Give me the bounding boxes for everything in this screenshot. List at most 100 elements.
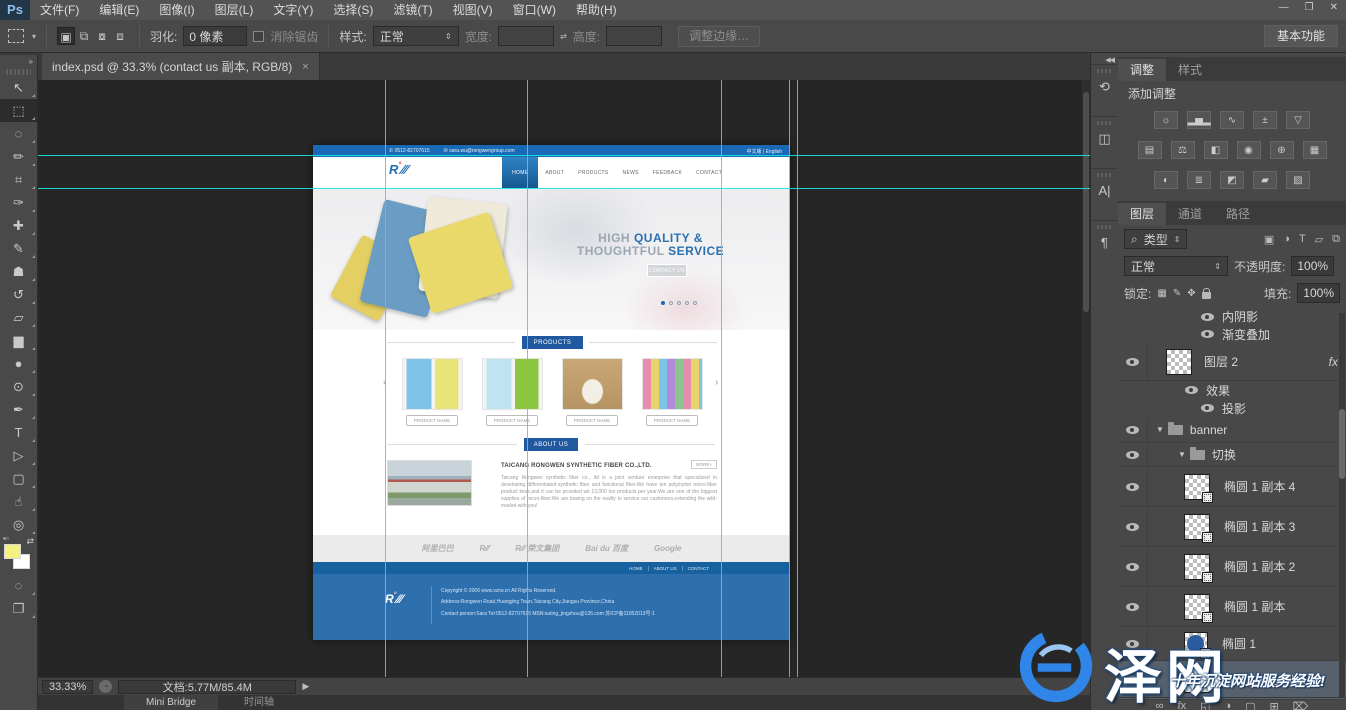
menu-item[interactable]: 帮助(H) — [566, 0, 627, 20]
swap-colors-icon[interactable]: ⇄ — [26, 536, 34, 547]
layer-thumbnail[interactable] — [1184, 594, 1210, 620]
properties-panel-icon[interactable]: ◫ — [1091, 116, 1118, 168]
layer-row-ellipse-1[interactable]: 椭圆 1 — [1118, 627, 1346, 661]
visibility-eye-icon[interactable] — [1201, 313, 1214, 321]
tab-timeline[interactable]: 时间轴 — [222, 695, 296, 710]
healing-brush-tool[interactable]: ✚ — [0, 214, 37, 237]
gradient-tool[interactable]: ▆ — [0, 329, 37, 352]
group-row-banner[interactable]: ▼ banner — [1118, 417, 1346, 443]
clone-stamp-tool[interactable]: ☗ — [0, 260, 37, 283]
text-layer-thumbnail[interactable]: T — [1184, 667, 1210, 693]
blend-mode-select[interactable]: 正常⇕ — [1124, 256, 1228, 276]
expand-triangle-icon[interactable]: ▼ — [1178, 450, 1186, 459]
hand-tool[interactable]: ☝ — [0, 490, 37, 513]
layer-thumbnail[interactable] — [1166, 349, 1192, 375]
color-lookup-icon[interactable]: ▦ — [1303, 141, 1327, 159]
rectangular-marquee-tool[interactable]: ⬚ — [0, 99, 37, 122]
toolbar-collapse-icon[interactable]: » — [0, 55, 37, 68]
levels-icon[interactable]: ▂▅▂ — [1187, 111, 1211, 129]
layer-row-contact-us-copy[interactable]: T contact us 副本 — [1118, 661, 1346, 700]
filter-shape-layers-icon[interactable]: ▱ — [1315, 233, 1323, 246]
tab-styles[interactable]: 样式 — [1166, 59, 1214, 81]
layer-thumbnail[interactable] — [1184, 514, 1210, 540]
blur-tool[interactable]: ● — [0, 352, 37, 375]
screen-mode-icon[interactable]: ❐ — [0, 597, 37, 620]
channel-mixer-icon[interactable]: ⊕ — [1270, 141, 1294, 159]
default-colors-icon[interactable]: ▪▫ — [3, 534, 9, 543]
quick-mask-icon[interactable]: ◌ — [0, 574, 37, 597]
brush-tool[interactable]: ✎ — [0, 237, 37, 260]
zoom-tool[interactable]: ◎ — [0, 513, 37, 536]
width-input[interactable] — [498, 26, 554, 46]
layer-row-layer-2[interactable]: 图层 2 fx — [1118, 343, 1346, 381]
new-selection-icon[interactable]: ▣ — [57, 27, 75, 45]
layer-style-icon[interactable]: fx — [1178, 700, 1187, 710]
character-panel-icon[interactable]: A| — [1091, 168, 1118, 220]
path-selection-tool[interactable]: ▷ — [0, 444, 37, 467]
filter-type-layers-icon[interactable]: T — [1299, 233, 1306, 245]
swap-dimensions-icon[interactable]: ⇄ — [560, 32, 567, 41]
menu-item[interactable]: 文件(F) — [30, 0, 89, 20]
dock-collapse-icon[interactable]: ◀◀ — [1091, 53, 1118, 64]
lock-all-icon[interactable] — [1202, 292, 1211, 299]
menu-item[interactable]: 图像(I) — [149, 0, 204, 20]
filter-smart-objects-icon[interactable]: ⧉ — [1332, 233, 1340, 246]
visibility-eye-icon[interactable] — [1201, 404, 1214, 412]
workspace-button[interactable]: 基本功能 — [1264, 25, 1338, 47]
photo-filter-icon[interactable]: ◉ — [1237, 141, 1261, 159]
eyedropper-tool[interactable]: ✑ — [0, 191, 37, 214]
visibility-eye-icon[interactable] — [1201, 330, 1214, 338]
quick-selection-tool[interactable]: ✏ — [0, 145, 37, 168]
selective-color-icon[interactable]: ▨ — [1286, 171, 1310, 189]
visibility-eye-icon[interactable] — [1126, 563, 1139, 571]
close-button[interactable]: ✕ — [1330, 2, 1338, 13]
foreground-color-swatch[interactable] — [4, 544, 21, 559]
toolbar-grip[interactable] — [6, 69, 31, 75]
tab-mini-bridge[interactable]: Mini Bridge — [124, 695, 218, 710]
invert-icon[interactable]: ◐ — [1154, 171, 1178, 189]
visibility-eye-icon[interactable] — [1126, 640, 1139, 648]
lock-pixels-icon[interactable]: ✎ — [1173, 288, 1181, 299]
black-white-icon[interactable]: ◧ — [1204, 141, 1228, 159]
brightness-contrast-icon[interactable]: ☼ — [1154, 111, 1178, 129]
visibility-eye-icon[interactable] — [1126, 603, 1139, 611]
history-brush-tool[interactable]: ↺ — [0, 283, 37, 306]
visibility-eye-icon[interactable] — [1126, 523, 1139, 531]
threshold-icon[interactable]: ◩ — [1220, 171, 1244, 189]
vibrance-icon[interactable]: ▽ — [1286, 111, 1310, 129]
menu-item[interactable]: 选择(S) — [323, 0, 383, 20]
restore-button[interactable]: ❐ — [1305, 2, 1314, 13]
group-row-switch[interactable]: ▼ 切换 — [1118, 443, 1346, 467]
effect-row-inner-shadow[interactable]: 内阴影 — [1118, 308, 1346, 325]
posterize-icon[interactable]: ≣ — [1187, 171, 1211, 189]
tab-adjustments[interactable]: 调整 — [1118, 59, 1166, 81]
layer-row-ellipse-copy[interactable]: 椭圆 1 副本 — [1118, 587, 1346, 627]
layer-thumbnail[interactable] — [1184, 632, 1208, 656]
visibility-eye-icon[interactable] — [1126, 358, 1139, 366]
layer-row-ellipse-copy-2[interactable]: 椭圆 1 副本 2 — [1118, 547, 1346, 587]
hue-saturation-icon[interactable]: ▤ — [1138, 141, 1162, 159]
subtract-selection-icon[interactable]: ⧇ — [93, 27, 111, 45]
layers-scrollbar[interactable] — [1339, 313, 1345, 697]
link-layers-icon[interactable]: ∞ — [1156, 700, 1164, 710]
dodge-tool[interactable]: ⊙ — [0, 375, 37, 398]
crop-tool[interactable]: ⌗ — [0, 168, 37, 191]
tab-close-icon[interactable]: × — [302, 61, 308, 73]
tab-channels[interactable]: 通道 — [1166, 203, 1214, 225]
move-tool[interactable]: ↖ — [0, 76, 37, 99]
menu-item[interactable]: 滤镜(T) — [383, 0, 442, 20]
filter-adjustment-layers-icon[interactable]: ◑ — [1283, 233, 1290, 245]
filter-pixel-layers-icon[interactable]: ▣ — [1264, 233, 1274, 246]
layer-thumbnail[interactable] — [1184, 474, 1210, 500]
antialias-checkbox[interactable] — [253, 31, 264, 42]
effect-row-drop-shadow[interactable]: 投影 — [1118, 399, 1346, 417]
opacity-value[interactable]: 100% — [1291, 256, 1334, 276]
sync-status-icon[interactable]: ◔ — [99, 680, 112, 693]
menu-item[interactable]: 视图(V) — [443, 0, 503, 20]
visibility-eye-icon[interactable] — [1126, 483, 1139, 491]
visibility-eye-icon[interactable] — [1126, 451, 1139, 459]
layer-thumbnail[interactable] — [1184, 554, 1210, 580]
visibility-eye-icon[interactable] — [1126, 676, 1139, 684]
history-panel-icon[interactable]: ⟲ — [1091, 64, 1118, 116]
visibility-eye-icon[interactable] — [1126, 426, 1139, 434]
